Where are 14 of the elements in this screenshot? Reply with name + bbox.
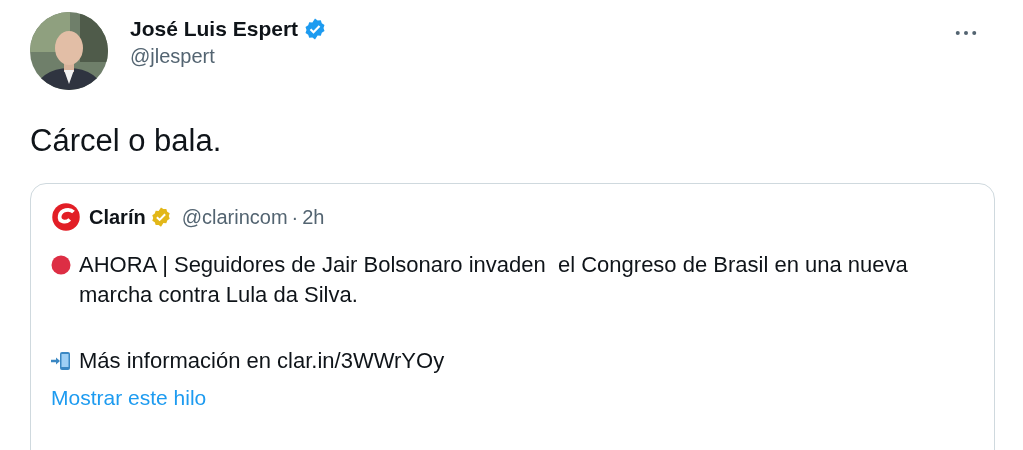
- phone-arrow-icon: [51, 351, 71, 371]
- quoted-author-name[interactable]: Clarín: [89, 205, 146, 229]
- logo-icon: [51, 202, 81, 232]
- quoted-text: AHORA | Seguidores de Jair Bolsonaro invaden el Congreso de Brasil en una nueva marcha contra Lula da Silva.: [79, 251, 909, 309]
- separator: ·: [291, 205, 299, 229]
- more-options-icon[interactable]: [955, 30, 977, 36]
- author-handle[interactable]: @jlespert: [130, 45, 955, 68]
- timestamp[interactable]: 2h: [302, 205, 325, 229]
- circle-icon: [51, 255, 71, 275]
- author-name[interactable]: José Luis Espert: [130, 17, 299, 41]
- quoted-handle[interactable]: @clarincom: [181, 205, 288, 229]
- tweet-text: Cárcel o bala.: [30, 123, 223, 159]
- quoted-text: Más información en clar.in/3WWrYOy: [79, 347, 446, 375]
- quoted-tweet-card[interactable]: Clarín @clarincom · 2h AHORA | Seguidores de Jair Bolsonaro invaden el Congreso de Brasil en una nueva marcha contra Lula da Silva. Más información en clar.in/3WWrYOy Mostrar este hilo: [30, 183, 995, 450]
